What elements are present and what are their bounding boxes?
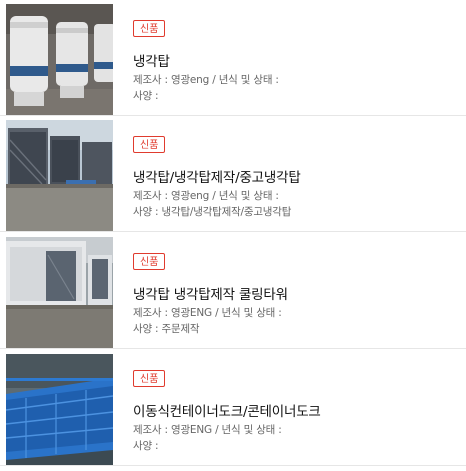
product-card[interactable]: 신품 이동식컨테이너도크/콘테이너도크 제조사 : 영광ENG / 년식 및 상… <box>0 354 466 466</box>
new-badge: 신품 <box>133 20 166 37</box>
product-card[interactable]: 신품 냉각탑/냉각탑제작/중고냉각탑 제조사 : 영광eng / 년식 및 상태… <box>0 120 466 232</box>
product-title[interactable]: 냉각탑 냉각탑제작 쿨링타워 <box>133 283 288 303</box>
product-title[interactable]: 냉각탑 <box>133 50 170 70</box>
product-maker-line: 제조사 : 영광eng / 년식 및 상태 : <box>133 190 279 202</box>
product-maker-line: 제조사 : 영광ENG / 년식 및 상태 : <box>133 424 282 436</box>
product-spec-line: 사양 : 주문제작 <box>133 323 200 335</box>
container-dock-image <box>6 354 113 465</box>
product-thumbnail-cooling-tower-row[interactable] <box>6 120 113 231</box>
product-maker-line: 제조사 : 영광eng / 년식 및 상태 : <box>133 74 279 86</box>
new-badge: 신품 <box>133 370 166 387</box>
product-thumbnail-cooling-tower-white[interactable] <box>6 237 113 348</box>
cooling-tower-tanks-image <box>6 4 113 115</box>
product-info: 신품 냉각탑 제조사 : 영광eng / 년식 및 상태 : 사양 : <box>133 4 462 115</box>
new-badge: 신품 <box>133 253 166 270</box>
product-info: 신품 이동식컨테이너도크/콘테이너도크 제조사 : 영광ENG / 년식 및 상… <box>133 354 462 465</box>
product-thumbnail-cooling-tower-tanks[interactable] <box>6 4 113 115</box>
product-spec-line: 사양 : <box>133 90 159 102</box>
product-info: 신품 냉각탑/냉각탑제작/중고냉각탑 제조사 : 영광eng / 년식 및 상태… <box>133 120 462 231</box>
product-spec-line: 사양 : 냉각탑/냉각탑제작/중고냉각탑 <box>133 206 292 218</box>
product-card[interactable]: 신품 냉각탑 제조사 : 영광eng / 년식 및 상태 : 사양 : <box>0 4 466 116</box>
product-thumbnail-container-dock[interactable] <box>6 354 113 465</box>
cooling-tower-white-image <box>6 237 113 348</box>
product-title[interactable]: 냉각탑/냉각탑제작/중고냉각탑 <box>133 166 301 186</box>
product-maker-line: 제조사 : 영광ENG / 년식 및 상태 : <box>133 307 282 319</box>
product-card[interactable]: 신품 냉각탑 냉각탑제작 쿨링타워 제조사 : 영광ENG / 년식 및 상태 … <box>0 237 466 349</box>
product-title[interactable]: 이동식컨테이너도크/콘테이너도크 <box>133 400 321 420</box>
new-badge: 신품 <box>133 136 166 153</box>
product-info: 신품 냉각탑 냉각탑제작 쿨링타워 제조사 : 영광ENG / 년식 및 상태 … <box>133 237 462 348</box>
product-list: 신품 냉각탑 제조사 : 영광eng / 년식 및 상태 : 사양 : 신품 냉… <box>0 0 466 471</box>
cooling-tower-row-image <box>6 120 113 231</box>
product-spec-line: 사양 : <box>133 440 159 452</box>
